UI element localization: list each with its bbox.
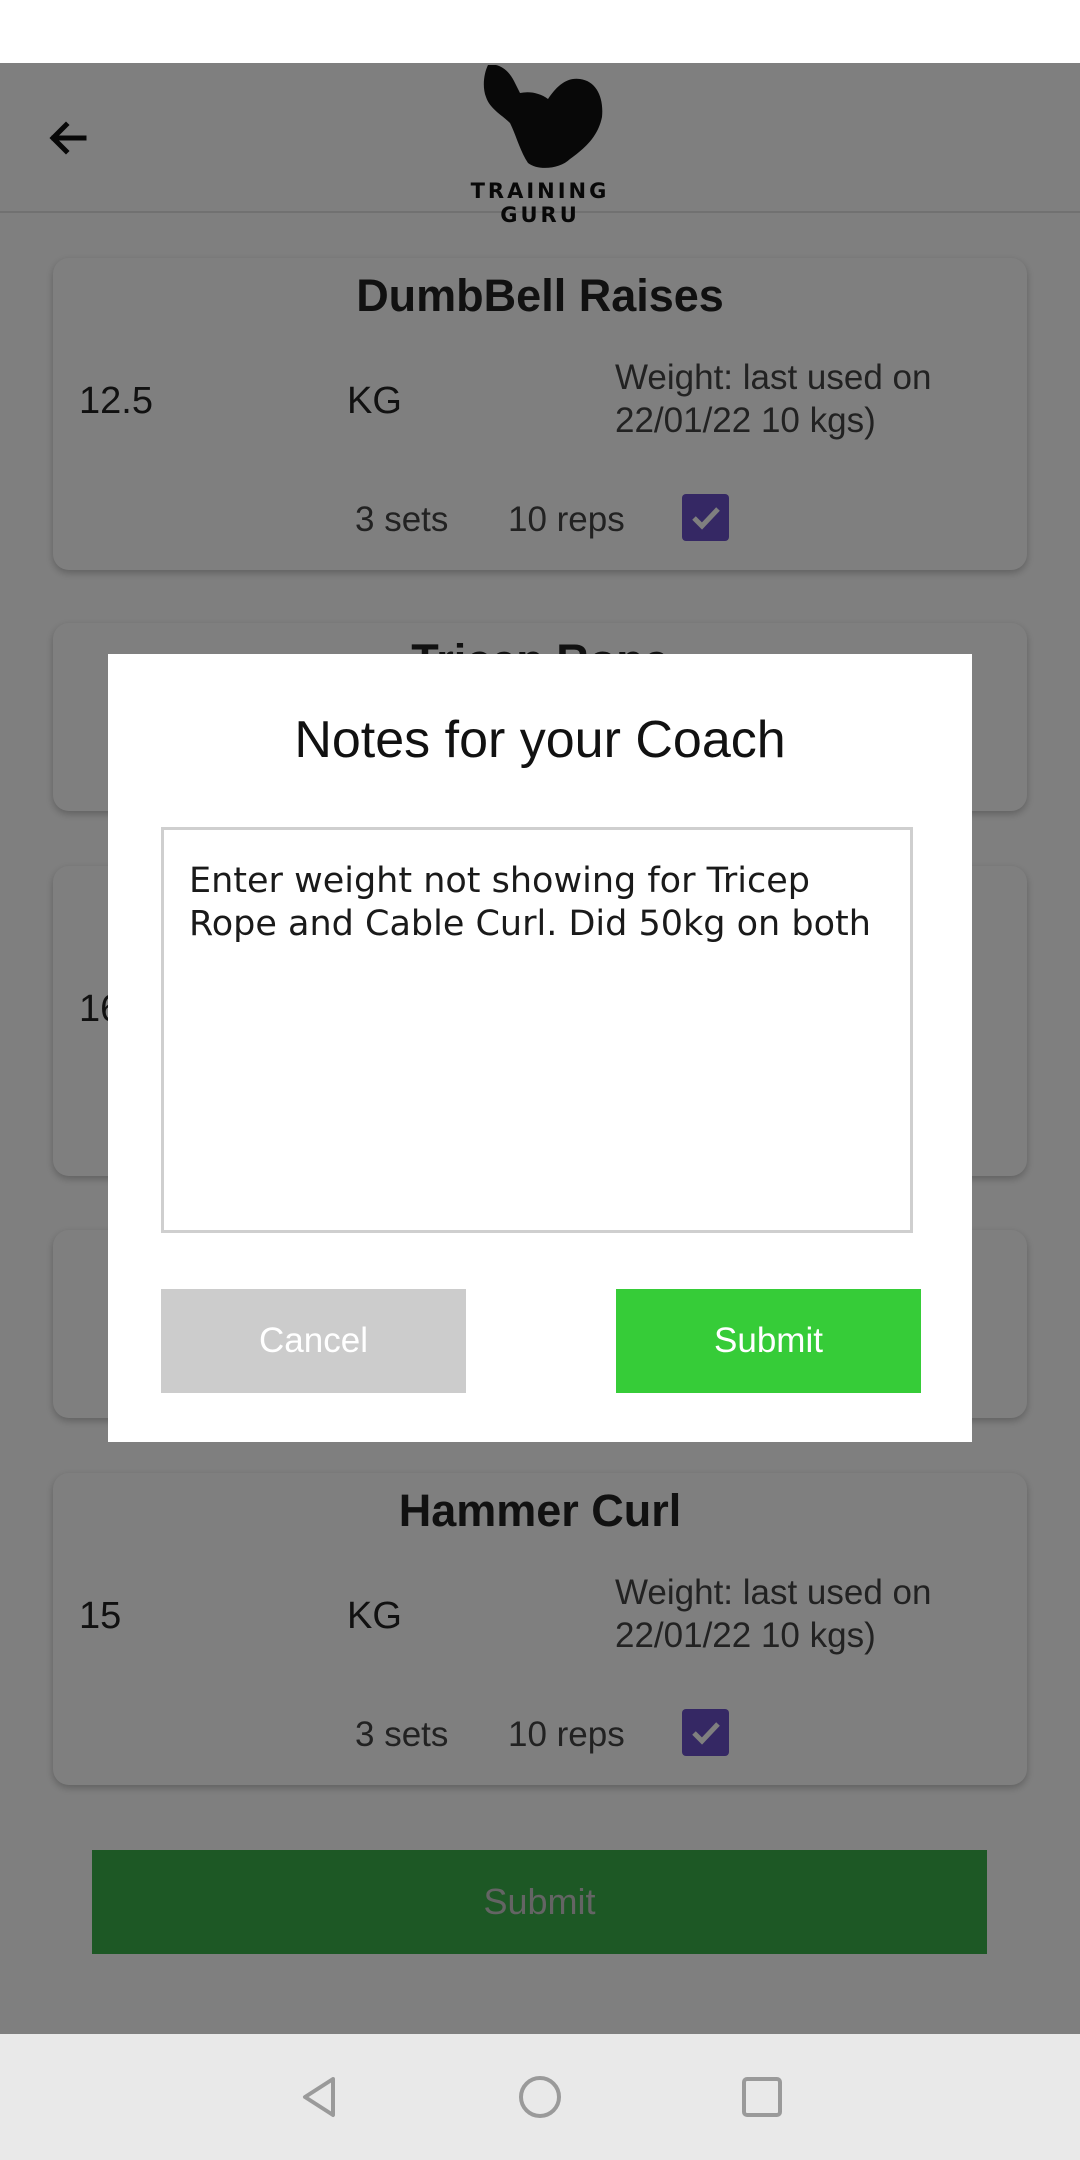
cancel-button[interactable]: Cancel	[161, 1289, 466, 1393]
notes-textarea[interactable]: Enter weight not showing for Tricep Rope…	[161, 827, 913, 1233]
recents-square-icon	[742, 2077, 782, 2117]
system-nav-bar	[0, 2034, 1080, 2160]
back-triangle-icon	[303, 2077, 335, 2117]
notes-dialog: Notes for your Coach Enter weight not sh…	[108, 654, 972, 1442]
nav-back-button[interactable]	[295, 2072, 345, 2122]
nav-recents-button[interactable]	[737, 2072, 787, 2122]
dialog-title: Notes for your Coach	[294, 711, 786, 769]
submit-notes-button[interactable]: Submit	[616, 1289, 921, 1393]
nav-home-button[interactable]	[515, 2072, 565, 2122]
status-bar	[0, 0, 1080, 63]
notes-text: Enter weight not showing for Tricep Rope…	[189, 861, 871, 944]
home-circle-icon	[519, 2076, 561, 2118]
